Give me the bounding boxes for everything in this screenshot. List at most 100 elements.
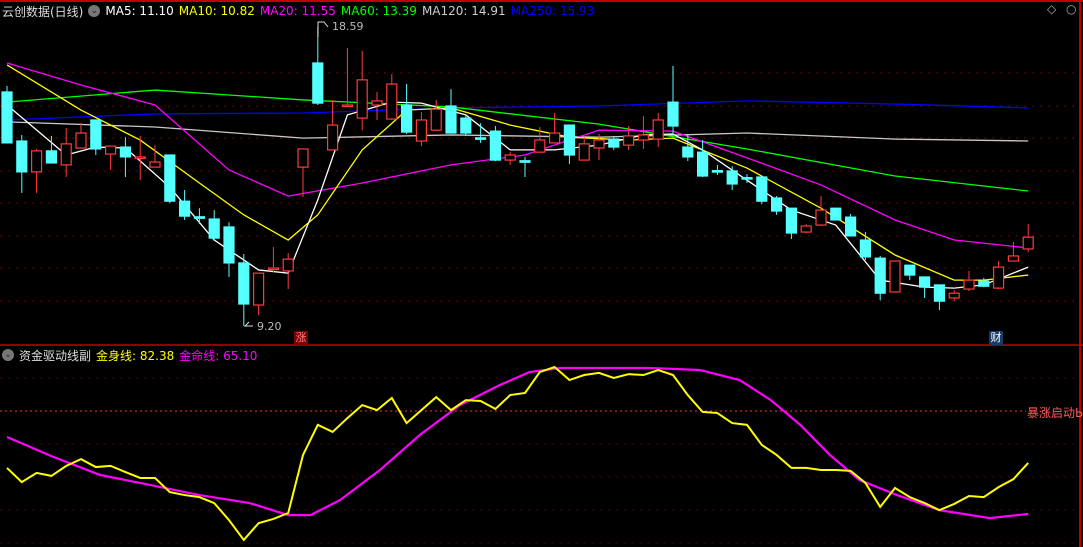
- chevron-down-icon[interactable]: ⌄: [88, 5, 101, 17]
- candle: [312, 27, 324, 106]
- candle-body: [60, 143, 72, 166]
- candle: [341, 48, 353, 108]
- candle: [253, 272, 265, 316]
- candle-body: [548, 132, 561, 144]
- ma20-label: MA20: 11.55: [259, 4, 336, 18]
- candle: [267, 247, 279, 273]
- candle: [401, 83, 413, 134]
- candle-body: [844, 216, 857, 237]
- candle: [519, 156, 531, 177]
- candle: [904, 264, 916, 281]
- candle: [60, 127, 72, 177]
- circle-icon[interactable]: ○: [1066, 2, 1076, 16]
- candle: [1007, 241, 1020, 262]
- candle: [711, 164, 724, 176]
- ma250-label: MA250: 15.93: [510, 4, 595, 18]
- candle: [445, 89, 457, 134]
- main-chart-header: 云创数据(日线) ⌄ MA5: 11.10 MA10: 10.82 MA20: …: [2, 2, 599, 20]
- candle: [164, 154, 176, 204]
- candle-body: [341, 104, 353, 108]
- candle: [578, 137, 590, 161]
- candle: [918, 276, 931, 298]
- candle: [297, 148, 309, 198]
- candle-body: [238, 262, 250, 305]
- ma10-label: MA10: 10.82: [178, 4, 255, 18]
- candle: [963, 270, 975, 291]
- kline-chart[interactable]: [0, 0, 1083, 547]
- candle: [179, 190, 191, 220]
- high-price-label: 18.59: [332, 20, 364, 33]
- candle-body: [1007, 255, 1020, 262]
- candle-body: [460, 117, 472, 134]
- candle-body: [563, 124, 576, 156]
- candle: [356, 50, 368, 131]
- candle-body: [134, 156, 146, 160]
- candles: [1, 27, 1034, 326]
- candle-body: [815, 209, 827, 226]
- candle: [415, 112, 427, 147]
- candle-body: [859, 239, 872, 258]
- candle: [193, 208, 205, 225]
- gold-body-line: [6, 365, 1029, 542]
- candle-body: [889, 260, 901, 293]
- candle-body: [119, 146, 132, 158]
- candle-body: [800, 225, 812, 233]
- ma60-label: MA60: 13.39: [340, 4, 417, 18]
- candle-body: [978, 280, 990, 287]
- candle-body: [608, 138, 620, 148]
- candle: [859, 232, 872, 261]
- candle-body: [312, 62, 324, 104]
- candle-body: [356, 79, 368, 119]
- candle: [1022, 224, 1034, 253]
- ma5-label: MA5: 11.10: [105, 4, 174, 18]
- finance-badge[interactable]: 财: [989, 331, 1003, 345]
- ma250-line: [6, 100, 1029, 121]
- indicator-lines: [6, 365, 1029, 542]
- candle: [696, 140, 709, 177]
- candle: [741, 174, 753, 184]
- candle-body: [682, 146, 694, 158]
- moving-averages: [6, 62, 1029, 289]
- limit-up-badge[interactable]: 涨: [294, 331, 308, 345]
- candle: [889, 260, 901, 293]
- candle-body: [282, 258, 294, 272]
- candle-body: [489, 130, 501, 161]
- candle: [282, 253, 294, 290]
- high-marker: [317, 21, 329, 37]
- candle-body: [578, 143, 590, 161]
- chevron-down-icon[interactable]: ⌄: [2, 349, 14, 361]
- candle: [800, 224, 812, 234]
- candle-body: [223, 226, 235, 264]
- candle-body: [696, 151, 709, 177]
- candle: [785, 207, 798, 240]
- candle: [489, 126, 501, 162]
- candle-body: [45, 150, 58, 164]
- candle: [386, 74, 398, 120]
- candle: [430, 99, 442, 132]
- candle-body: [297, 148, 309, 168]
- candle-body: [785, 207, 798, 234]
- candle: [770, 196, 783, 215]
- candle-body: [756, 176, 768, 202]
- candle-body: [904, 264, 916, 276]
- candle: [667, 65, 679, 135]
- candle: [104, 145, 117, 170]
- candle: [238, 254, 250, 326]
- candle: [504, 152, 516, 165]
- candle: [75, 123, 87, 149]
- candle: [756, 176, 768, 205]
- candle-body: [371, 100, 383, 106]
- candle-body: [16, 140, 28, 173]
- candle-body: [652, 119, 664, 140]
- indicator-header: ⌄ 资金驱动线副 金身线: 82.38 金命线: 65.10: [2, 346, 262, 364]
- candle-body: [622, 135, 635, 146]
- candle-body: [164, 154, 176, 202]
- candle-body: [386, 83, 398, 120]
- candle: [933, 284, 946, 311]
- indicator-title: 资金驱动线副: [19, 348, 92, 363]
- diamond-icon[interactable]: ◇: [1047, 2, 1056, 16]
- ma120-label: MA120: 14.91: [421, 4, 506, 18]
- candle-body: [741, 177, 753, 180]
- ma60-line: [6, 89, 1029, 192]
- low-marker: [243, 321, 253, 327]
